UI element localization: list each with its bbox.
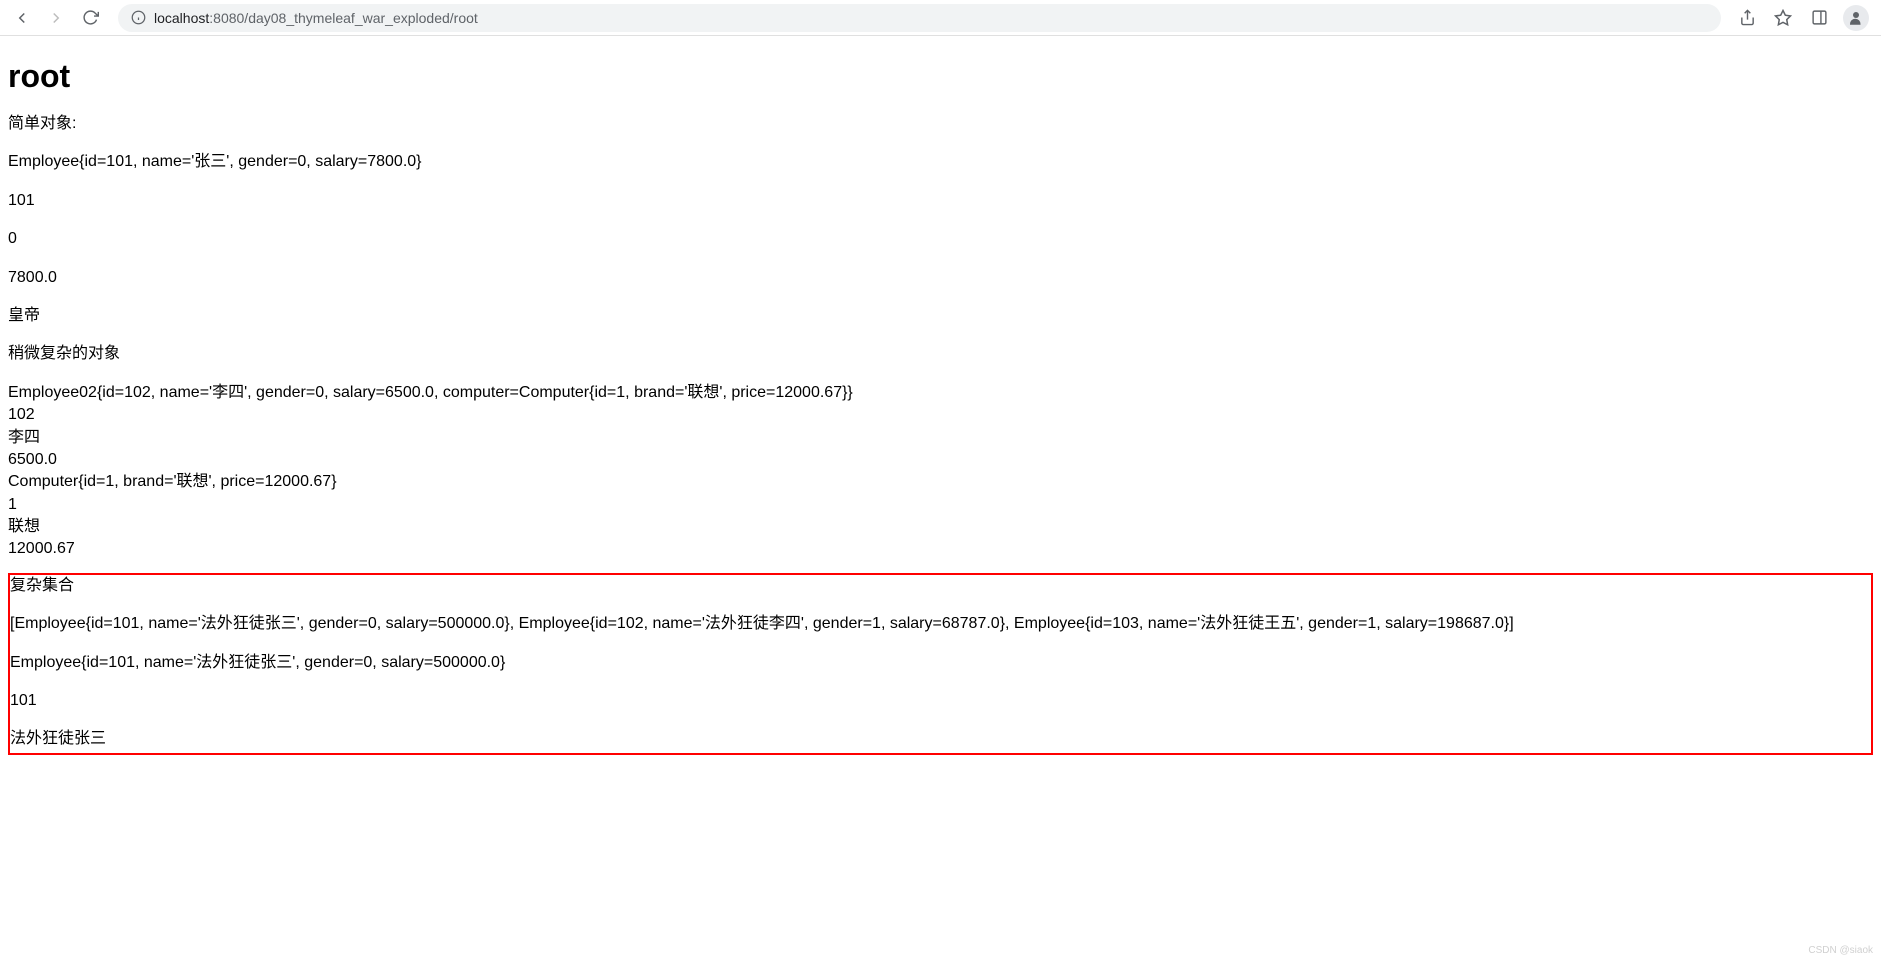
simple-label: 简单对象:: [8, 113, 1873, 135]
info-icon[interactable]: [130, 10, 146, 26]
collection-first-name: 法外狂徒张三: [10, 728, 1871, 750]
computer-tostring: Computer{id=1, brand='联想', price=12000.6…: [8, 471, 1873, 493]
employee02-tostring: Employee02{id=102, name='李四', gender=0, …: [8, 382, 1873, 404]
toolbar-right: [1735, 5, 1873, 31]
profile-avatar[interactable]: [1843, 5, 1869, 31]
employee02-name: 李四: [8, 427, 1873, 449]
collection-label: 复杂集合: [10, 575, 1871, 597]
collection-first-emp: Employee{id=101, name='法外狂徒张三', gender=0…: [10, 652, 1871, 674]
page-heading: root: [8, 58, 1873, 95]
star-icon[interactable]: [1771, 6, 1795, 30]
emperor-text: 皇帝: [8, 305, 1873, 327]
computer-price: 12000.67: [8, 538, 1873, 560]
employee-tostring: Employee{id=101, name='张三', gender=0, sa…: [8, 151, 1873, 173]
computer-brand: 联想: [8, 516, 1873, 538]
sidepanel-icon[interactable]: [1807, 6, 1831, 30]
url-text: localhost:8080/day08_thymeleaf_war_explo…: [154, 10, 478, 26]
employee-salary: 7800.0: [8, 267, 1873, 289]
complex-label: 稍微复杂的对象: [8, 343, 1873, 365]
collection-list: [Employee{id=101, name='法外狂徒张三', gender=…: [10, 613, 1871, 635]
forward-button[interactable]: [42, 4, 70, 32]
employee02-id: 102: [8, 404, 1873, 426]
share-icon[interactable]: [1735, 6, 1759, 30]
collection-box: 复杂集合 [Employee{id=101, name='法外狂徒张三', ge…: [8, 573, 1873, 755]
reload-button[interactable]: [76, 4, 104, 32]
employee02-salary: 6500.0: [8, 449, 1873, 471]
watermark: CSDN @siaok: [1808, 945, 1873, 956]
page-content: root 简单对象: Employee{id=101, name='张三', g…: [0, 36, 1881, 763]
computer-id: 1: [8, 494, 1873, 516]
employee-gender: 0: [8, 228, 1873, 250]
employee-id: 101: [8, 190, 1873, 212]
collection-first-id: 101: [10, 690, 1871, 712]
url-bar[interactable]: localhost:8080/day08_thymeleaf_war_explo…: [118, 4, 1721, 32]
back-button[interactable]: [8, 4, 36, 32]
browser-toolbar: localhost:8080/day08_thymeleaf_war_explo…: [0, 0, 1881, 36]
